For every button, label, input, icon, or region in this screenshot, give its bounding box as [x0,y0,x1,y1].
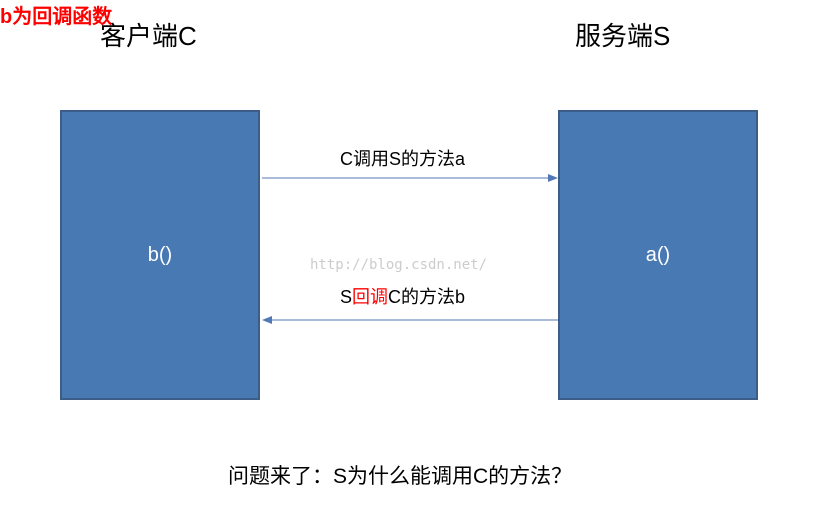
server-method-label: a() [646,244,670,267]
client-header: 客户端C [100,16,197,53]
question-text: 问题来了：S为什么能调用C的方法？ [228,460,572,490]
callback-label: S回调C的方法b [340,283,465,309]
server-header: 服务端S [575,16,670,53]
forward-arrow [262,173,558,183]
forward-label: C调用S的方法a [340,145,465,171]
watermark: http://blog.csdn.net/ [310,257,487,273]
server-box: a() [558,110,758,400]
callback-arrow [262,315,558,325]
client-method-label: b() [148,244,172,267]
client-box: b() [60,110,260,400]
